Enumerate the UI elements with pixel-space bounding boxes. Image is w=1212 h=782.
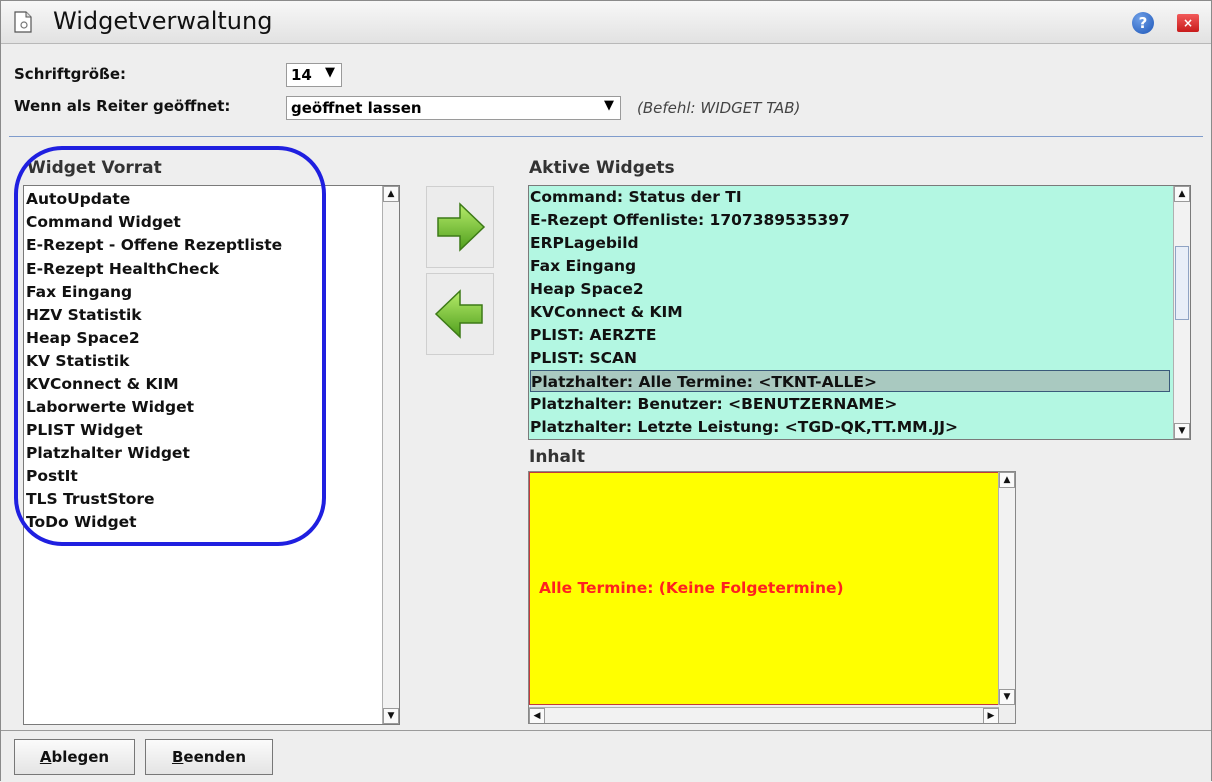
scroll-down-icon[interactable]: ▼	[383, 708, 399, 724]
list-item[interactable]: Platzhalter: Letzte Leistung: <TGD-QK,TT…	[530, 416, 958, 438]
font-size-label: Schriftgröße:	[14, 65, 127, 83]
font-size-select[interactable]: 14 ▼	[286, 63, 342, 87]
list-item[interactable]: E-Rezept - Offene Rezeptliste	[26, 234, 282, 256]
scroll-down-icon[interactable]: ▼	[999, 689, 1015, 705]
save-mnemonic: A	[39, 748, 52, 766]
window-title: Widgetverwaltung	[53, 7, 273, 35]
list-item[interactable]: ToDo Widget	[26, 511, 137, 533]
add-widget-button[interactable]	[426, 186, 494, 268]
list-item[interactable]: Laborwerte Widget	[26, 396, 194, 418]
tab-behavior-label: Wenn als Reiter geöffnet:	[14, 97, 231, 115]
arrow-right-icon	[437, 202, 486, 252]
list-item[interactable]: Fax Eingang	[26, 281, 132, 303]
list-item[interactable]: E-Rezept Offenliste: 1707389535397	[530, 209, 850, 231]
widget-pool-title: Widget Vorrat	[27, 158, 162, 178]
widget-pool-scrollbar[interactable]: ▲ ▼	[382, 186, 399, 724]
list-item[interactable]: E-Rezept HealthCheck	[26, 258, 219, 280]
list-item[interactable]: Command Widget	[26, 211, 181, 233]
button-bar: Ablegen Beenden	[1, 730, 1211, 782]
remove-widget-button[interactable]	[426, 273, 494, 355]
list-item[interactable]: KVConnect & KIM	[26, 373, 179, 395]
scroll-right-icon[interactable]: ▶	[983, 708, 999, 723]
scroll-up-icon[interactable]: ▲	[999, 472, 1015, 488]
chevron-down-icon: ▼	[325, 65, 335, 80]
active-widgets-list[interactable]: Command: Status der TI E-Rezept Offenlis…	[528, 185, 1191, 440]
save-label: blegen	[51, 748, 110, 766]
list-item[interactable]: HZV Statistik	[26, 304, 142, 326]
scroll-down-icon[interactable]: ▼	[1174, 423, 1190, 439]
tab-behavior-value: geöffnet lassen	[291, 99, 422, 117]
list-item[interactable]: KV Statistik	[26, 350, 129, 372]
list-item[interactable]: Platzhalter Widget	[26, 442, 190, 464]
content-area: Alle Termine: (Keine Folgetermine)	[529, 472, 999, 705]
list-item[interactable]: KVConnect & KIM	[530, 301, 683, 323]
list-item[interactable]: Platzhalter: Benutzer: <BENUTZERNAME>	[530, 393, 897, 415]
list-item[interactable]: AutoUpdate	[26, 188, 130, 210]
active-widgets-scrollbar[interactable]: ▲ ▼	[1173, 186, 1190, 439]
content-hscrollbar[interactable]: ◀ ▶	[529, 707, 999, 723]
exit-label: eenden	[183, 748, 247, 766]
list-item[interactable]: ERPLagebild	[530, 232, 639, 254]
list-item[interactable]: PostIt	[26, 465, 78, 487]
list-item[interactable]: PLIST: SCAN	[530, 347, 637, 369]
widget-management-window: Widgetverwaltung ? × Schriftgröße: 14 ▼ …	[0, 0, 1212, 782]
scroll-left-icon[interactable]: ◀	[529, 708, 545, 723]
scroll-thumb[interactable]	[1175, 246, 1189, 320]
content-vscrollbar[interactable]: ▲ ▼	[998, 472, 1015, 705]
title-bar: Widgetverwaltung ? ×	[1, 1, 1211, 44]
widget-pool-list[interactable]: AutoUpdate Command Widget E-Rezept - Off…	[23, 185, 400, 725]
tab-behavior-select[interactable]: geöffnet lassen ▼	[286, 96, 621, 120]
help-icon[interactable]: ?	[1132, 12, 1154, 34]
save-button[interactable]: Ablegen	[14, 739, 135, 775]
document-icon	[14, 11, 32, 33]
exit-mnemonic: B	[171, 748, 184, 766]
list-item[interactable]: Command: Status der TI	[530, 186, 742, 208]
separator	[9, 136, 1203, 137]
chevron-down-icon: ▼	[604, 98, 614, 113]
content-panel[interactable]: Alle Termine: (Keine Folgetermine) ▲ ▼ ◀…	[528, 471, 1016, 724]
list-item[interactable]: Heap Space2	[26, 327, 140, 349]
list-item[interactable]: Heap Space2	[530, 278, 644, 300]
scroll-up-icon[interactable]: ▲	[383, 186, 399, 202]
close-icon[interactable]: ×	[1177, 14, 1199, 32]
list-item[interactable]: Fax Eingang	[530, 255, 636, 277]
list-item[interactable]: PLIST: AERZTE	[530, 324, 656, 346]
list-item[interactable]: PLIST Widget	[26, 419, 143, 441]
exit-button[interactable]: Beenden	[145, 739, 273, 775]
command-hint: (Befehl: WIDGET TAB)	[637, 99, 801, 117]
list-item-selected[interactable]: Platzhalter: Alle Termine: <TKNT-ALLE>	[530, 370, 1170, 392]
scroll-up-icon[interactable]: ▲	[1174, 186, 1190, 202]
arrow-left-icon	[434, 289, 483, 339]
content-title: Inhalt	[529, 447, 585, 467]
active-widgets-title: Aktive Widgets	[529, 158, 675, 178]
font-size-value: 14	[291, 66, 312, 84]
content-text: Alle Termine: (Keine Folgetermine)	[539, 579, 844, 597]
list-item[interactable]: TLS TrustStore	[26, 488, 155, 510]
